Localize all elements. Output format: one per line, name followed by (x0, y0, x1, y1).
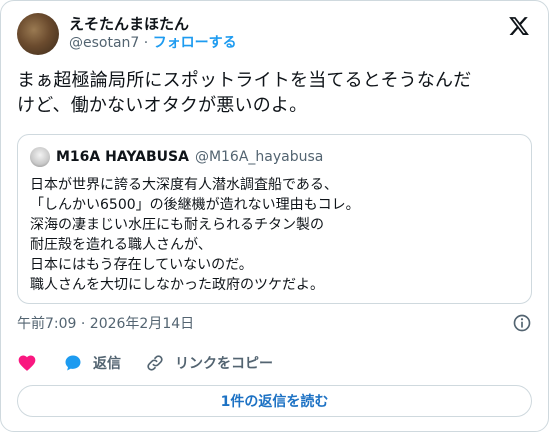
heart-icon (18, 355, 36, 371)
display-name[interactable]: えそたんまほたん (69, 15, 237, 34)
read-replies-button[interactable]: 1件の返信を読む (17, 385, 532, 417)
like-button[interactable] (17, 353, 37, 373)
handle-row: @esotan7 · フォローする (69, 34, 237, 53)
quoted-tweet-header: M16A HAYABUSA @M16A_hayabusa (30, 147, 323, 167)
quoted-tweet-text: 日本が世界に誇る大深度有人潜水調査船である、 「しんかい6500」の後継機が造れ… (30, 177, 360, 293)
x-logo-icon[interactable] (508, 15, 530, 37)
tweet-text: まぁ超極論局所にスポットライトを当てるとそうなんだ けど、働かないオタクが悪いの… (17, 70, 472, 116)
action-bar: 返信 リンクをコピー (17, 353, 273, 373)
info-icon[interactable] (512, 313, 532, 333)
tweet-header: えそたんまほたん @esotan7 · フォローする (17, 13, 237, 55)
tweet-card: えそたんまほたん @esotan7 · フォローする まぁ超極論局所にスポットラ… (0, 0, 549, 432)
separator: · (143, 35, 149, 51)
follow-button[interactable]: フォローする (153, 35, 237, 51)
handle[interactable]: @esotan7 (69, 35, 139, 51)
copy-link-label: リンクをコピー (175, 356, 273, 372)
timestamp[interactable]: 午前7:09 · 2026年2月14日 (17, 313, 194, 333)
link-icon (147, 355, 163, 371)
speech-bubble-icon (65, 355, 81, 371)
reply-button[interactable]: 返信 (63, 353, 121, 373)
quoted-handle: @M16A_hayabusa (194, 149, 324, 165)
user-info: えそたんまほたん @esotan7 · フォローする (69, 15, 237, 53)
copy-link-button[interactable]: リンクをコピー (145, 353, 273, 373)
avatar[interactable] (17, 13, 59, 55)
quoted-tweet[interactable]: M16A HAYABUSA @M16A_hayabusa 日本が世界に誇る大深度… (17, 134, 532, 304)
reply-label: 返信 (93, 356, 121, 372)
quoted-display-name: M16A HAYABUSA (56, 149, 189, 165)
quoted-avatar (30, 147, 50, 167)
